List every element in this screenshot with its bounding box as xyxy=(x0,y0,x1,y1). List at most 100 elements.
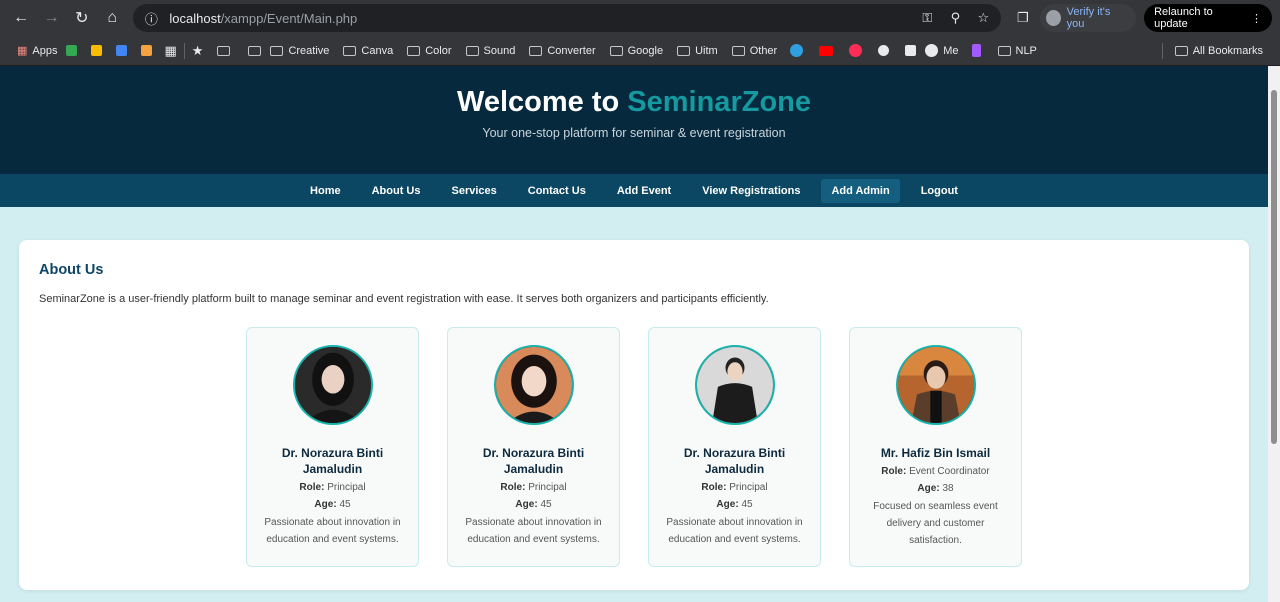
member-age: Age: 45 xyxy=(247,498,418,511)
nav-logout[interactable]: Logout xyxy=(911,179,968,203)
figma-icon[interactable] xyxy=(971,44,981,57)
age-value: 45 xyxy=(540,499,552,510)
folder-icon[interactable] xyxy=(217,45,231,56)
bookmark-other[interactable]: Other xyxy=(727,39,783,63)
about-us-card: About Us SeminarZone is a user-friendly … xyxy=(19,240,1249,590)
page-scrollbar[interactable] xyxy=(1268,66,1280,602)
bookmark-converter[interactable]: Converter xyxy=(524,39,600,63)
member-name: Dr. Norazura Binti Jamaludin xyxy=(482,446,585,476)
more-menu-icon[interactable]: ⋮ xyxy=(1251,12,1262,25)
url-path: /xampp/Event/Main.php xyxy=(220,10,358,26)
star-bookmark-icon[interactable]: ★ xyxy=(192,43,204,59)
bookmark-uitm[interactable]: Uitm xyxy=(672,39,723,63)
folder-icon xyxy=(731,45,745,56)
globe-icon xyxy=(925,44,939,57)
member-photo xyxy=(292,345,373,425)
folder-icon xyxy=(609,45,623,56)
bookmark-apps[interactable]: ▦ Apps xyxy=(12,39,62,63)
age-label: Age: xyxy=(314,499,337,510)
nav-home[interactable]: Home xyxy=(300,179,351,203)
main-content: About Us SeminarZone is a user-friendly … xyxy=(0,207,1268,590)
team-member-card: Mr. Hafiz Bin Ismail Role: Event Coordin… xyxy=(849,327,1022,567)
url-text[interactable]: localhost/xampp/Event/Main.php xyxy=(169,11,909,26)
extensions-puzzle-icon[interactable]: ❐ xyxy=(1013,10,1032,26)
role-value: Principal xyxy=(327,482,366,493)
edge-icon[interactable] xyxy=(790,44,804,57)
age-label: Age: xyxy=(515,499,538,510)
nav-add-admin[interactable]: Add Admin xyxy=(821,178,900,203)
member-bio: Passionate about innovation in education… xyxy=(264,517,401,545)
music-icon[interactable] xyxy=(849,44,863,57)
bookmark-label: Sound xyxy=(483,44,516,57)
keep-icon[interactable] xyxy=(91,45,103,56)
nav-services[interactable]: Services xyxy=(441,179,506,203)
bookmark-separator xyxy=(183,42,185,59)
apps-grid-icon: ▦ xyxy=(17,45,28,57)
age-value: 38 xyxy=(942,483,954,494)
folder-icon xyxy=(270,45,284,56)
all-bookmarks-button[interactable]: All Bookmarks xyxy=(1170,39,1268,63)
bookmark-color[interactable]: Color xyxy=(402,39,456,63)
profile-button[interactable]: Verify it's you xyxy=(1039,4,1137,32)
docs-icon[interactable] xyxy=(116,45,128,56)
bookmark-label: Other xyxy=(749,44,778,57)
main-nav: Home About Us Services Contact Us Add Ev… xyxy=(0,174,1268,207)
bookmark-nlp[interactable]: NLP xyxy=(993,39,1042,63)
home-icon[interactable]: ⌂ xyxy=(99,4,125,32)
role-value: Principal xyxy=(528,482,567,493)
member-bio: Passionate about innovation in education… xyxy=(666,517,803,545)
folder-icon[interactable] xyxy=(248,45,262,56)
forward-arrow-icon[interactable]: → xyxy=(38,4,64,32)
role-label: Role: xyxy=(500,482,526,493)
role-value: Principal xyxy=(729,482,768,493)
bookmark-sound[interactable]: Sound xyxy=(461,39,521,63)
nav-view-registrations[interactable]: View Registrations xyxy=(692,179,810,203)
member-role: Role: Event Coordinator xyxy=(850,465,1021,478)
team-list: Dr. Norazura Binti Jamaludin Role: Princ… xyxy=(39,327,1229,567)
youtube-icon[interactable] xyxy=(819,45,834,56)
sheets-icon[interactable] xyxy=(66,45,78,56)
relaunch-label: Relaunch to update xyxy=(1154,6,1213,30)
app-icon[interactable] xyxy=(905,45,917,56)
bookmark-star-icon[interactable]: ☆ xyxy=(973,10,993,26)
age-value: 45 xyxy=(339,499,351,510)
member-age: Age: 38 xyxy=(850,482,1021,495)
bookmark-creative[interactable]: Creative xyxy=(265,39,334,63)
bookmark-label: Creative xyxy=(288,44,330,57)
nav-about-us[interactable]: About Us xyxy=(362,179,431,203)
back-arrow-icon[interactable]: ← xyxy=(8,4,34,32)
reload-icon[interactable]: ↻ xyxy=(69,4,95,32)
profile-label: Verify it's you xyxy=(1066,6,1111,30)
age-value: 45 xyxy=(741,499,753,510)
member-age: Age: 45 xyxy=(448,498,619,511)
age-label: Age: xyxy=(917,483,940,494)
url-host: localhost xyxy=(169,10,221,26)
member-age: Age: 45 xyxy=(649,498,820,511)
bookmark-google[interactable]: Google xyxy=(605,39,668,63)
relaunch-button[interactable]: Relaunch to update ⋮ xyxy=(1144,4,1272,32)
browser-toolbar: ← → ↻ ⌂ ⓘ localhost/xampp/Event/Main.php… xyxy=(0,0,1280,36)
site-info-icon[interactable]: ⓘ xyxy=(141,9,161,28)
openai-icon[interactable] xyxy=(878,45,890,56)
member-photo xyxy=(694,345,775,425)
member-bio: Focused on seamless event delivery and c… xyxy=(873,501,998,546)
address-bar[interactable]: ⓘ localhost/xampp/Event/Main.php ⚿ ⚲ ☆ xyxy=(133,4,1002,32)
bookmark-me[interactable]: Me xyxy=(920,39,963,63)
folder-icon xyxy=(343,45,357,56)
folder-icon xyxy=(677,45,691,56)
scrollbar-thumb[interactable] xyxy=(1271,90,1277,444)
bookmark-label: Canva xyxy=(361,44,394,57)
folder-icon xyxy=(1174,45,1188,56)
bookmark-canva[interactable]: Canva xyxy=(338,39,398,63)
section-heading: About Us xyxy=(39,262,104,278)
password-key-icon[interactable]: ⚿ xyxy=(917,10,937,26)
nav-contact-us[interactable]: Contact Us xyxy=(518,179,596,203)
nav-add-event[interactable]: Add Event xyxy=(607,179,681,203)
member-name: Dr. Norazura Binti Jamaludin xyxy=(281,446,384,476)
team-member-card: Dr. Norazura Binti Jamaludin Role: Princ… xyxy=(648,327,821,567)
brand-name: SeminarZone xyxy=(627,86,811,118)
slides-icon[interactable] xyxy=(141,45,153,56)
zoom-icon[interactable]: ⚲ xyxy=(945,10,965,26)
page-viewport: Welcome to SeminarZone Your one-stop pla… xyxy=(0,66,1268,602)
grid-app-icon[interactable]: ▦ xyxy=(164,43,176,59)
